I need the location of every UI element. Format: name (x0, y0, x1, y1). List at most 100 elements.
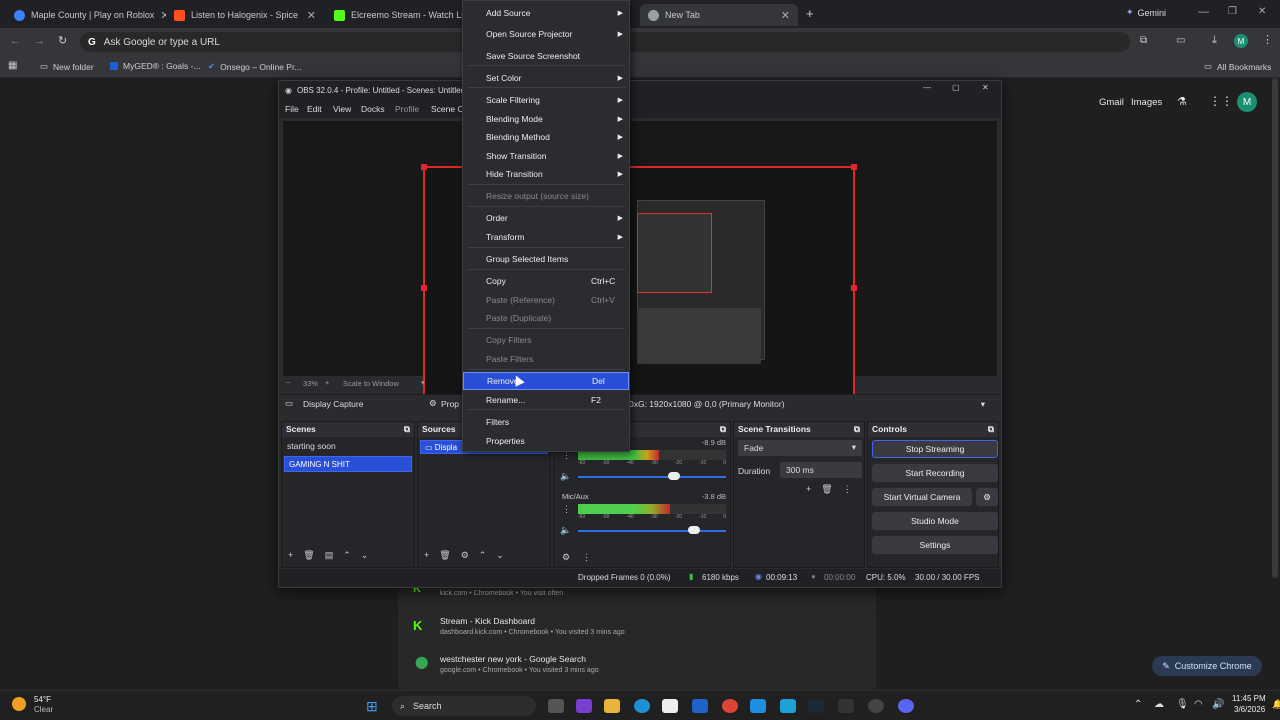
scale-mode[interactable]: Scale to Window (343, 379, 399, 388)
microphone-icon[interactable]: 🎙 (1176, 699, 1189, 710)
close-tab-icon[interactable]: ✕ (301, 9, 316, 22)
menu-item-resize-output-source-size[interactable]: Resize output (source size) (463, 187, 629, 205)
start-recording-button[interactable]: Start Recording (872, 464, 998, 482)
task-view-icon[interactable] (548, 699, 564, 713)
volume-icon[interactable]: 🔊 (1212, 699, 1224, 710)
menu-item-filters[interactable]: Filters (463, 413, 629, 431)
menu-profile[interactable]: Profile (395, 104, 419, 114)
menu-item-open-source-projector[interactable]: Open Source Projector ▶ (463, 25, 629, 43)
maximize-icon[interactable]: ❐ (1228, 6, 1237, 17)
edge-icon[interactable] (634, 699, 650, 713)
chrome-icon[interactable] (722, 699, 738, 713)
menu-item-show-transition[interactable]: Show Transition ▶ (463, 147, 629, 165)
duration-spinbox[interactable]: 300 ms (780, 462, 862, 478)
trash-icon[interactable]: 🗑 (439, 550, 450, 561)
suggestion-item[interactable]: K Stream - Kick Dashboard dashboard.kick… (405, 616, 875, 636)
menu-item-blending-mode[interactable]: Blending Mode ▶ (463, 110, 629, 128)
file-explorer-icon[interactable] (604, 699, 620, 713)
trash-icon[interactable]: 🗑 (821, 484, 832, 495)
bookmark-onsego[interactable]: ✔ Onsego – Online Pr... (208, 61, 301, 72)
stop-streaming-button[interactable]: Stop Streaming (872, 440, 998, 458)
trash-icon[interactable]: 🗑 (303, 550, 314, 561)
labs-flask-icon[interactable]: ⚗ (1177, 95, 1187, 108)
taskbar-search[interactable]: ⌕ Search (392, 696, 536, 716)
menu-item-paste-filters[interactable]: Paste Filters (463, 350, 629, 368)
virtual-camera-settings-icon[interactable]: ⚙ (976, 488, 998, 506)
move-up-icon[interactable]: ⌃ (479, 550, 487, 561)
steam-icon[interactable] (808, 699, 824, 713)
transition-select[interactable]: Fade ▾ (738, 440, 862, 456)
menu-item-remove[interactable]: Remove Del (463, 372, 629, 390)
obs-minimize-icon[interactable]: — (923, 83, 931, 92)
menu-item-copy-filters[interactable]: Copy Filters (463, 331, 629, 349)
dock-float-icon[interactable]: ⧉ (854, 424, 860, 435)
close-window-icon[interactable]: ✕ (1258, 6, 1266, 17)
windows-start-icon[interactable]: ⊞ (366, 698, 378, 715)
move-down-icon[interactable]: ⌄ (361, 550, 369, 561)
browser-tab[interactable]: Listen to Halogenix - Spice by H ✕ (166, 4, 324, 26)
transition-menu-icon[interactable]: ⋮ (843, 484, 852, 495)
extensions-icon[interactable]: ⧉ (1140, 35, 1147, 46)
epic-games-icon[interactable] (838, 699, 854, 713)
volume-slider-handle[interactable] (668, 472, 680, 480)
settings-button[interactable]: Settings (872, 536, 998, 554)
weather-temp[interactable]: 54°F (34, 695, 51, 704)
clock-date[interactable]: 3/6/2026 (1234, 705, 1265, 714)
menu-item-add-source[interactable]: Add Source ▶ (463, 4, 629, 22)
store-icon[interactable] (662, 699, 678, 713)
dock-float-icon[interactable]: ⧉ (988, 424, 994, 435)
obs-close-icon[interactable]: ✕ (982, 83, 989, 92)
scene-item[interactable]: starting soon (282, 437, 414, 455)
add-icon[interactable]: + (288, 550, 293, 561)
properties-button[interactable]: Prop (441, 399, 459, 409)
menu-item-hide-transition[interactable]: Hide Transition ▶ (463, 165, 629, 183)
menu-edit[interactable]: Edit (307, 104, 322, 114)
resize-handle[interactable] (851, 164, 857, 170)
start-virtual-camera-button[interactable]: Start Virtual Camera (872, 488, 972, 506)
menu-item-order[interactable]: Order ▶ (463, 209, 629, 227)
browser-tab[interactable]: Maple County | Play on Roblox ✕ (6, 4, 166, 26)
obs-maximize-icon[interactable]: ▢ (952, 83, 960, 92)
add-icon[interactable]: + (424, 550, 429, 561)
move-down-icon[interactable]: ⌄ (496, 550, 504, 561)
cast-icon[interactable]: ▭ (1176, 35, 1185, 46)
browser-tab-active[interactable]: New Tab ✕ (640, 4, 798, 26)
browser-tab[interactable]: Elcreemo Stream - Watch Live (326, 4, 462, 26)
download-icon[interactable]: ⤓ (1212, 34, 1217, 47)
page-scrollbar[interactable] (1272, 78, 1278, 578)
tray-app-icon[interactable]: ☁ (1154, 699, 1164, 710)
bookmark-myged[interactable]: MyGED® : Goals -... (110, 61, 201, 71)
dock-float-icon[interactable]: ⧉ (720, 424, 726, 435)
close-tab-icon[interactable]: ✕ (154, 9, 166, 22)
menu-file[interactable]: File (285, 104, 299, 114)
forward-arrow-icon[interactable]: → (34, 35, 45, 47)
resize-handle[interactable] (421, 285, 427, 291)
minimize-icon[interactable]: — (1198, 6, 1209, 18)
resize-handle[interactable] (851, 285, 857, 291)
gear-icon[interactable]: ⚙ (429, 398, 437, 409)
studio-mode-button[interactable]: Studio Mode (872, 512, 998, 530)
ntp-profile-avatar[interactable]: M (1237, 92, 1257, 112)
reload-icon[interactable]: ↻ (58, 34, 67, 47)
clock-time[interactable]: 11:45 PM (1232, 694, 1266, 703)
discord-icon[interactable] (898, 699, 914, 713)
volume-slider-handle[interactable] (688, 526, 700, 534)
menu-item-blending-method[interactable]: Blending Method ▶ (463, 128, 629, 146)
gemini-button[interactable]: ✦ Gemini (1126, 7, 1166, 18)
volume-slider[interactable] (578, 476, 726, 478)
monitor-select[interactable]: 0xG: 1920x1080 @ 0,0 (Primary Monitor) ▾ (629, 399, 991, 413)
scale-dropdown-icon[interactable]: ▾ (421, 378, 425, 387)
tray-chevron-icon[interactable]: ⌃ (1134, 699, 1142, 710)
filter-icon[interactable]: ▤ (325, 550, 334, 561)
menu-item-transform[interactable]: Transform ▶ (463, 228, 629, 246)
menu-docks[interactable]: Docks (361, 104, 385, 114)
volume-slider[interactable] (578, 530, 726, 532)
all-bookmarks[interactable]: ▭ All Bookmarks (1204, 61, 1271, 72)
advanced-audio-icon[interactable]: ⚙ (562, 552, 570, 563)
outlook-icon[interactable] (692, 699, 708, 713)
notepad-icon[interactable] (750, 699, 766, 713)
menu-item-paste-reference[interactable]: Paste (Reference) Ctrl+V (463, 291, 629, 309)
gmail-link[interactable]: Gmail (1099, 97, 1124, 108)
images-link[interactable]: Images (1131, 97, 1162, 108)
photos-icon[interactable] (780, 699, 796, 713)
